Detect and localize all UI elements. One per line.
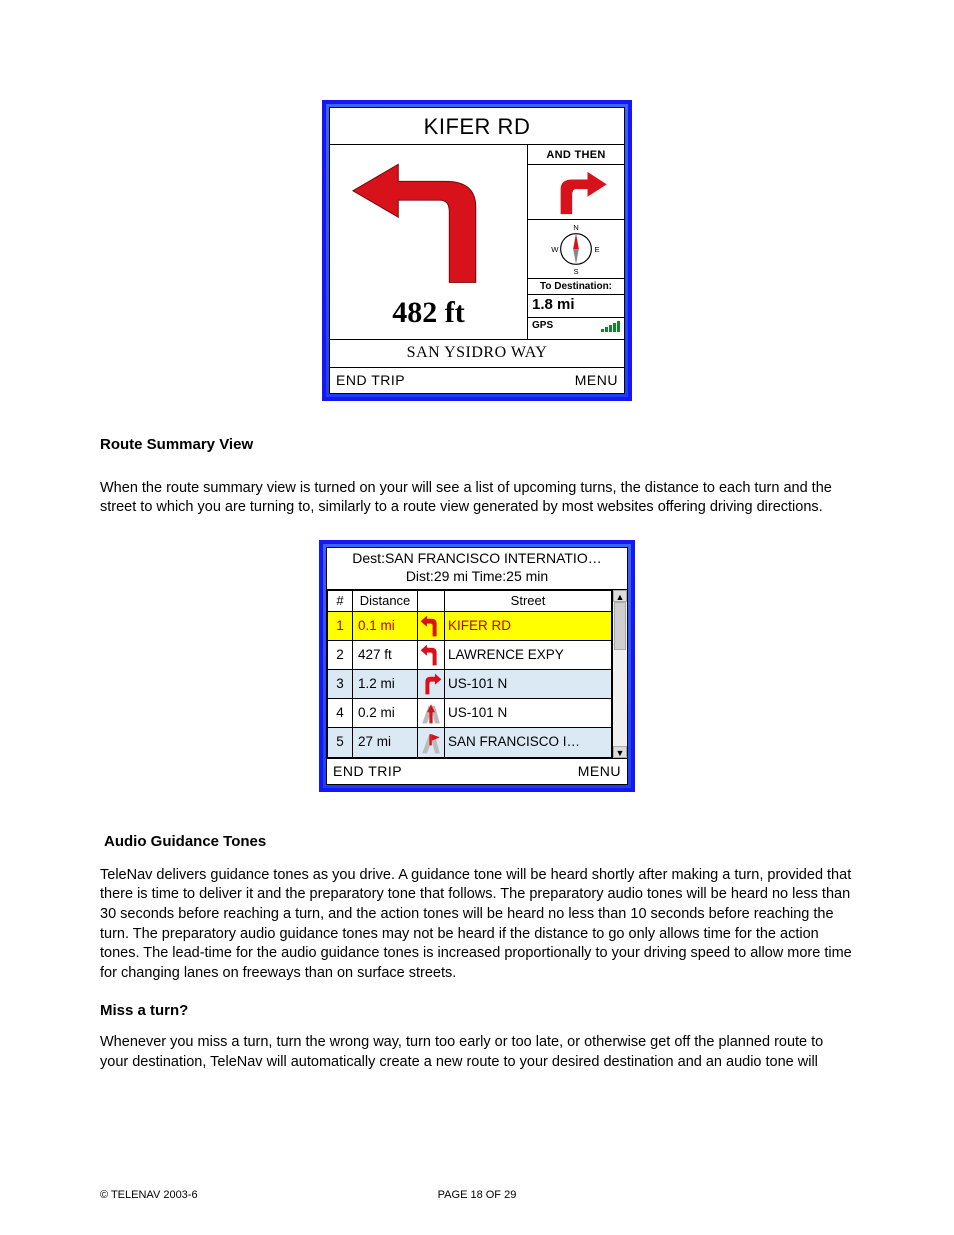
menu-softkey[interactable]: MENU [575, 371, 618, 390]
table-row[interactable]: 10.1 mi KIFER RD [328, 611, 612, 640]
row-number: 2 [328, 640, 353, 669]
svg-text:E: E [595, 244, 600, 253]
footer-page: PAGE 18 OF 29 [438, 1188, 517, 1203]
audio-tones-body: TeleNav delivers guidance tones as you d… [100, 866, 854, 983]
route-summary-heading: Route Summary View [100, 435, 854, 455]
summary-dist-time: Dist:29 mi Time:25 min [333, 568, 621, 586]
table-row[interactable]: 40.2 mi US-101 N [328, 699, 612, 728]
col-distance: Distance [353, 591, 418, 612]
col-icon [418, 591, 445, 612]
turn-right-icon [528, 165, 624, 220]
route-summary-body: When the route summary view is turned on… [100, 479, 854, 518]
compass-icon: N S W E [528, 220, 624, 279]
audio-tones-heading: Audio Guidance Tones [100, 832, 854, 852]
table-row[interactable]: 31.2 mi US-101 N [328, 670, 612, 699]
current-road: SAN YSIDRO WAY [330, 340, 624, 368]
col-number: # [328, 591, 353, 612]
row-number: 3 [328, 670, 353, 699]
gps-label: GPS [532, 319, 553, 333]
svg-text:S: S [573, 266, 578, 275]
row-street: US-101 N [445, 670, 612, 699]
and-then-label: AND THEN [528, 145, 624, 165]
table-row[interactable]: 527 mi SAN FRANCISCO I… [328, 728, 612, 757]
row-number: 1 [328, 611, 353, 640]
row-distance: 0.2 mi [353, 699, 418, 728]
turn-icon [418, 728, 445, 757]
row-street: SAN FRANCISCO I… [445, 728, 612, 757]
turn-icon [418, 670, 445, 699]
row-distance: 0.1 mi [353, 611, 418, 640]
row-distance: 27 mi [353, 728, 418, 757]
svg-text:N: N [573, 222, 579, 231]
miss-turn-body: Whenever you miss a turn, turn the wrong… [100, 1033, 854, 1072]
row-street: US-101 N [445, 699, 612, 728]
scroll-down-icon[interactable]: ▼ [613, 746, 627, 758]
row-number: 5 [328, 728, 353, 757]
to-destination-value: 1.8 mi [528, 295, 624, 318]
end-trip-softkey[interactable]: END TRIP [333, 762, 402, 781]
route-summary-screenshot: Dest:SAN FRANCISCO INTERNATIO… Dist:29 m… [319, 540, 635, 792]
end-trip-softkey[interactable]: END TRIP [336, 371, 405, 390]
to-destination-label: To Destination: [528, 279, 624, 296]
miss-turn-heading: Miss a turn? [100, 1001, 854, 1021]
menu-softkey[interactable]: MENU [578, 762, 621, 781]
row-street: LAWRENCE EXPY [445, 640, 612, 669]
scroll-up-icon[interactable]: ▲ [613, 590, 627, 602]
summary-dest: Dest:SAN FRANCISCO INTERNATIO… [333, 550, 621, 568]
row-street: KIFER RD [445, 611, 612, 640]
turn-list-table: # Distance Street 10.1 miKIFER RD2427 ft… [327, 590, 612, 758]
table-row[interactable]: 2427 ft LAWRENCE EXPY [328, 640, 612, 669]
svg-text:W: W [551, 244, 559, 253]
turn-left-icon [334, 151, 523, 291]
signal-bars-icon [601, 321, 620, 332]
scroll-thumb[interactable] [614, 602, 626, 650]
row-number: 4 [328, 699, 353, 728]
row-distance: 427 ft [353, 640, 418, 669]
col-street: Street [445, 591, 612, 612]
nav-screenshot: KIFER RD 482 ft AND THEN [322, 100, 632, 401]
row-distance: 1.2 mi [353, 670, 418, 699]
turn-icon [418, 699, 445, 728]
next-turn-street: KIFER RD [330, 108, 624, 145]
turn-icon [418, 611, 445, 640]
turn-icon [418, 640, 445, 669]
distance-to-turn: 482 ft [334, 293, 523, 334]
scrollbar[interactable]: ▲ ▼ [612, 590, 627, 758]
